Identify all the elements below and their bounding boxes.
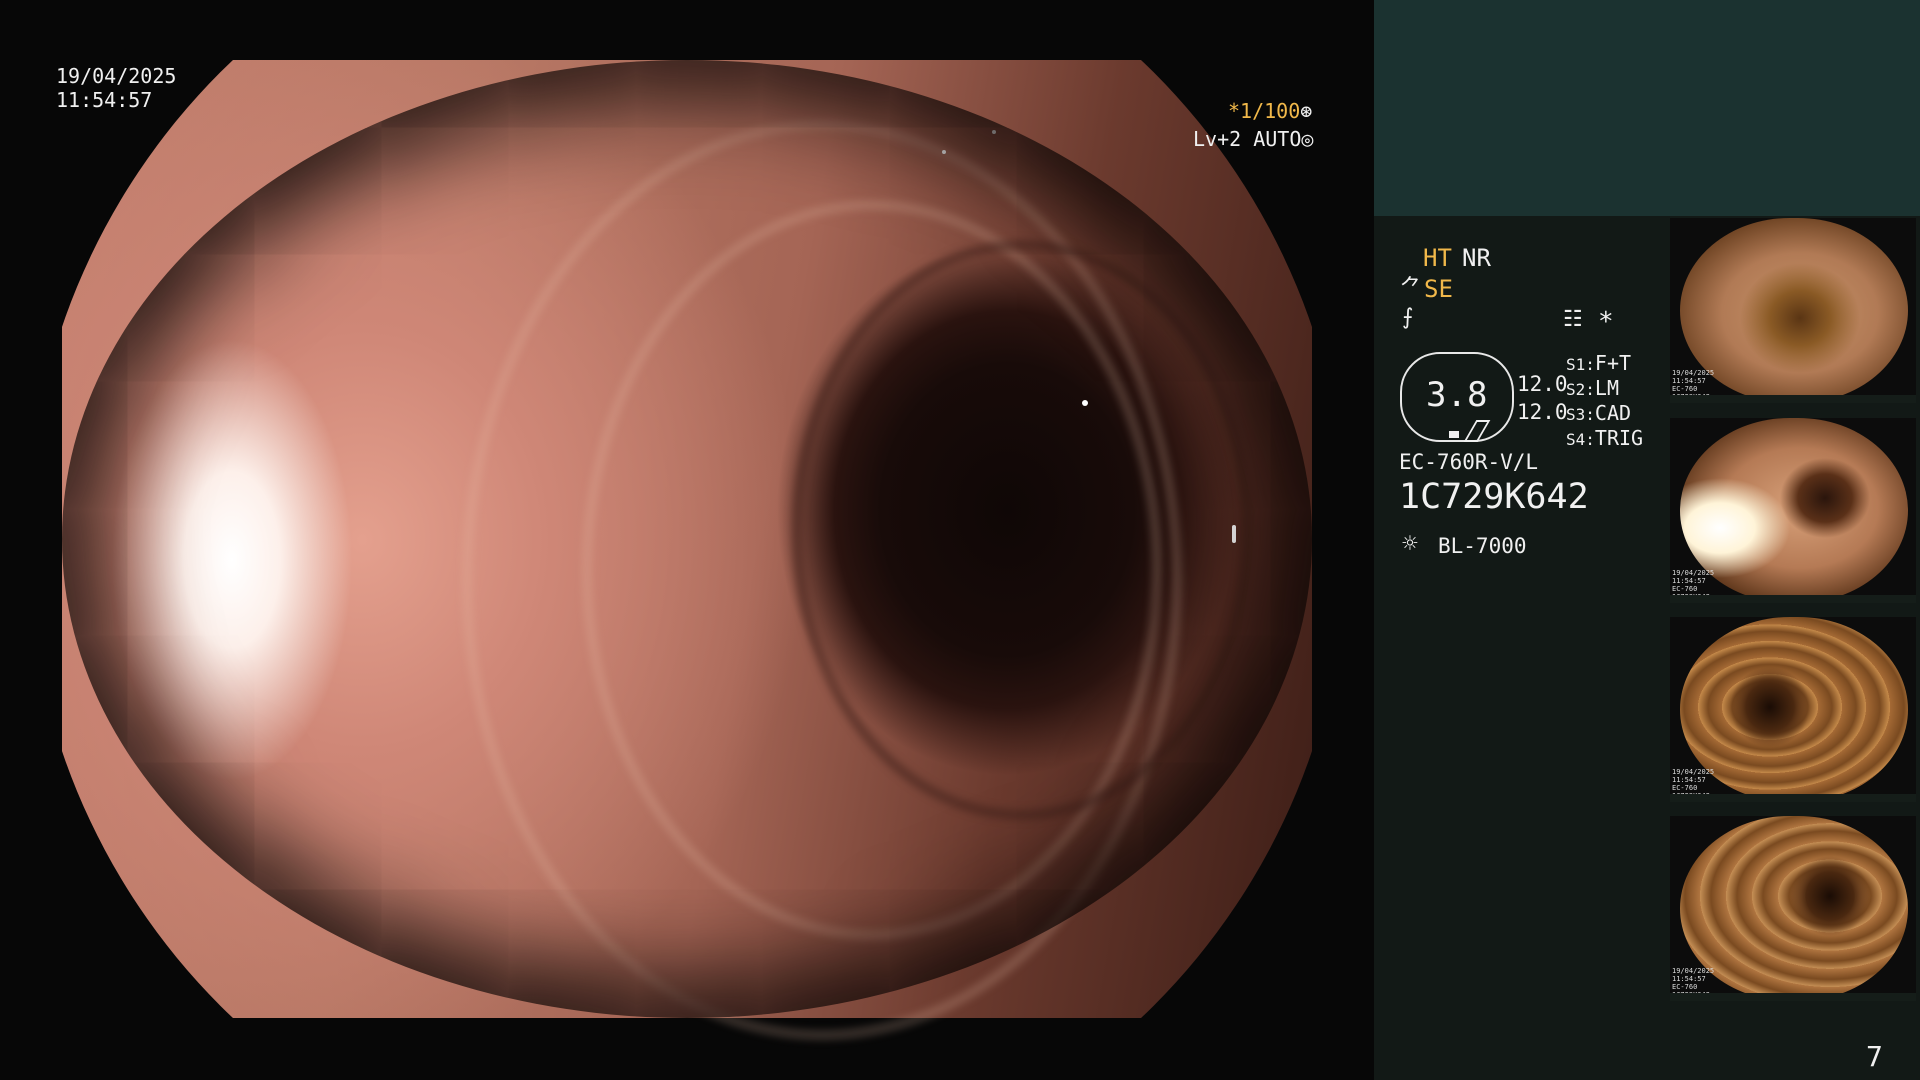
switch-s3-value: CAD [1594, 401, 1632, 425]
menu-icon: ☷ [1563, 307, 1583, 332]
thumbnail-3-footer [1670, 794, 1916, 802]
thumbnail-4[interactable]: 19/04/2025 11:54:57 EC-760 1C729K642 [1670, 816, 1916, 1001]
thumbnail-2[interactable]: 19/04/2025 11:54:57 EC-760 1C729K642 [1670, 418, 1916, 603]
thumbnail-2-footer [1670, 595, 1916, 603]
capture-time: 11:54:57 [56, 88, 153, 112]
thumbnail-3-image [1680, 617, 1908, 802]
zoom-mark [1449, 431, 1459, 438]
thumbnail-4-image [1680, 816, 1908, 1001]
ht-indicator: HT [1423, 244, 1452, 272]
scope-serial: 1C729K642 [1399, 477, 1589, 517]
nr-indicator: NR [1462, 244, 1491, 272]
switch-s4-key: S4 [1566, 430, 1586, 449]
thumbnail-1[interactable]: 19/04/2025 11:54:57 EC-760 1C729K642 [1670, 218, 1916, 403]
scope-model: EC-760R-V/L [1399, 450, 1539, 474]
switch-s4: S4:TRIG [1566, 426, 1644, 450]
thumbnail-2-image [1680, 418, 1908, 603]
light-source-icon: ☼ [1402, 529, 1418, 559]
shutter-speed: *1/100⊛ [1228, 99, 1372, 123]
iris-icon: ◎ [1301, 127, 1314, 151]
switch-s4-value: TRIG [1594, 426, 1644, 450]
info-header-box [1374, 0, 1920, 216]
endoscope-main-view: 19/04/2025 11:54:57 *1/100⊛ Lv+2 AUTO◎ [0, 0, 1372, 1080]
thumbnail-4-footer [1670, 993, 1916, 1001]
switch-s2-value: LM [1594, 376, 1619, 400]
value-2: 12.0 [1517, 400, 1568, 424]
switch-s3-key: S3 [1566, 405, 1586, 424]
se-indicator: SE [1424, 275, 1453, 303]
exposure-label: Lv+2 AUTO [1193, 127, 1302, 151]
switch-s2-key: S2 [1566, 380, 1586, 399]
page-number: 7 [1866, 1040, 1883, 1073]
thumbnail-1-image [1680, 218, 1908, 403]
switch-s1-key: S1 [1566, 355, 1586, 374]
shutter-icon: ⊛ [1300, 99, 1313, 123]
structure-enhance-icon: ⺈ [1400, 276, 1423, 301]
star-indicator: * [1598, 307, 1614, 337]
switch-s1-value: F+T [1594, 351, 1632, 375]
zoom-value: 3.8 [1426, 375, 1488, 415]
shutter-label: *1/100 [1228, 99, 1301, 123]
wave-icon: ⨍ [1402, 305, 1414, 330]
value-1: 12.0 [1517, 372, 1568, 396]
capture-date: 19/04/2025 [56, 64, 177, 88]
light-source: BL-7000 [1438, 534, 1527, 558]
exposure-level: Lv+2 AUTO◎ [1193, 127, 1313, 151]
endoscope-image [62, 60, 1312, 1040]
thumbnail-3[interactable]: 19/04/2025 11:54:57 EC-760 1C729K642 [1670, 617, 1916, 802]
thumbnail-1-footer [1670, 395, 1916, 403]
